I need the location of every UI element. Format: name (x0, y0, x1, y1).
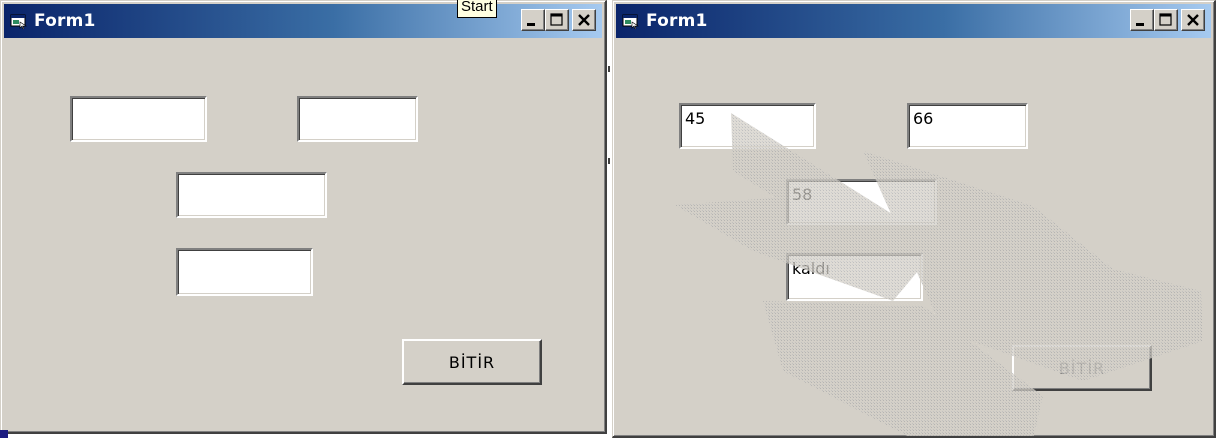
close-button[interactable] (1181, 9, 1205, 31)
maximize-icon (550, 13, 563, 26)
window-controls (521, 9, 596, 31)
start-tooltip: Start (457, 0, 497, 18)
textbox-status[interactable] (176, 248, 313, 296)
minimize-button[interactable] (1130, 9, 1154, 31)
textbox-1[interactable]: 45 (679, 103, 816, 149)
close-button[interactable] (572, 9, 596, 31)
close-icon (578, 14, 590, 26)
maximize-icon (1159, 13, 1172, 26)
minimize-icon (1136, 23, 1144, 26)
bitir-button[interactable]: BİTİR (1012, 345, 1152, 391)
textbox-1[interactable] (70, 96, 207, 142)
minimize-button[interactable] (521, 9, 545, 31)
form1-window-empty: Form1 BİTİR (0, 0, 607, 434)
textbox-2[interactable]: 66 (907, 103, 1028, 149)
maximize-button[interactable] (545, 9, 569, 31)
window-title: Form1 (646, 11, 708, 31)
screenshot-stage: Form1 BİTİR Start Form1 45 66 58 kaldı B… (0, 0, 1216, 438)
textbox-2[interactable] (297, 96, 418, 142)
form-icon (10, 13, 28, 29)
separator-mark (608, 158, 610, 164)
watermark-stroke (763, 301, 1043, 436)
form-icon (622, 13, 640, 29)
textbox-result[interactable]: 58 (786, 179, 937, 225)
close-icon (1187, 14, 1199, 26)
title-bar[interactable]: Form1 (4, 4, 602, 38)
form1-window-filled: Form1 45 66 58 kaldı BİTİR (612, 0, 1216, 438)
textbox-status[interactable]: kaldı (786, 253, 923, 301)
window-controls (1130, 9, 1205, 31)
textbox-result[interactable] (176, 172, 327, 218)
window-title: Form1 (34, 11, 96, 31)
separator-mark (608, 66, 610, 72)
maximize-button[interactable] (1154, 9, 1178, 31)
minimize-icon (527, 23, 535, 26)
title-bar[interactable]: Form1 (616, 4, 1211, 38)
corner-mark (0, 430, 8, 438)
bitir-button[interactable]: BİTİR (402, 339, 542, 385)
